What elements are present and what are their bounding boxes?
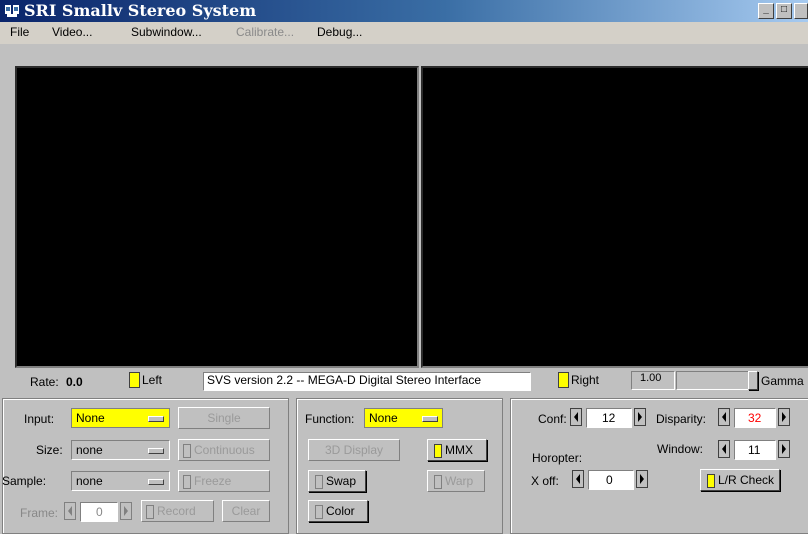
gamma-slider-track[interactable] xyxy=(676,371,758,390)
mmx-indicator xyxy=(434,443,442,458)
arrow-right-icon xyxy=(638,412,642,422)
window-increment-button[interactable] xyxy=(778,440,790,458)
continuous-button[interactable]: Continuous xyxy=(178,439,270,461)
arrow-left-icon xyxy=(722,444,726,454)
arrow-right-icon xyxy=(124,506,128,516)
left-label: Left xyxy=(142,373,163,387)
function-label: Function: xyxy=(305,412,355,426)
window-value: 11 xyxy=(748,443,761,457)
right-image-pane[interactable] xyxy=(421,66,808,368)
maximize-button[interactable]: □ xyxy=(776,3,792,19)
size-dropdown-indicator xyxy=(148,448,164,454)
color-indicator xyxy=(315,504,323,519)
app-icon xyxy=(5,5,19,17)
gamma-slider-thumb[interactable] xyxy=(748,371,758,390)
minimize-button[interactable]: _ xyxy=(758,3,774,19)
3d-display-button[interactable]: 3D Display xyxy=(308,439,400,461)
arrow-left-icon xyxy=(722,412,726,422)
arrow-right-icon xyxy=(640,474,644,484)
disparity-decrement-button[interactable] xyxy=(718,408,730,426)
arrow-left-icon xyxy=(576,474,580,484)
arrow-right-icon xyxy=(782,444,786,454)
sample-value: none xyxy=(76,474,103,488)
lr-check-button[interactable]: L/R Check xyxy=(700,469,780,491)
conf-value: 12 xyxy=(602,411,616,425)
xoff-label: X off: xyxy=(531,474,559,488)
sample-label: Sample: xyxy=(2,474,47,488)
conf-increment-button[interactable] xyxy=(634,408,646,426)
mmx-label: MMX xyxy=(445,443,473,457)
menu-video[interactable]: Video... xyxy=(52,25,92,39)
sample-dropdown-indicator xyxy=(148,479,164,485)
size-value: none xyxy=(76,443,103,457)
arrow-left-icon xyxy=(68,506,72,516)
frame-increment-button[interactable] xyxy=(120,502,132,520)
continuous-label: Continuous xyxy=(194,443,255,457)
input-label: Input: xyxy=(24,412,55,426)
warp-button[interactable]: Warp xyxy=(427,470,485,492)
disparity-increment-button[interactable] xyxy=(778,408,790,426)
menu-bar xyxy=(0,22,808,44)
function-value: None xyxy=(369,411,398,425)
lr-check-label: L/R Check xyxy=(718,473,775,487)
xoff-decrement-button[interactable] xyxy=(572,470,584,488)
single-button[interactable]: Single xyxy=(178,407,270,429)
frame-decrement-button[interactable] xyxy=(64,502,76,520)
left-indicator[interactable] xyxy=(129,372,140,388)
warp-label: Warp xyxy=(445,474,474,488)
mmx-button[interactable]: MMX xyxy=(427,439,487,461)
continuous-indicator xyxy=(183,443,191,458)
record-indicator xyxy=(146,504,154,519)
swap-label: Swap xyxy=(326,474,357,488)
frame-value: 0 xyxy=(96,505,103,519)
menu-file[interactable]: File xyxy=(10,25,29,39)
conf-decrement-button[interactable] xyxy=(570,408,582,426)
swap-button[interactable]: Swap xyxy=(308,470,366,492)
arrow-right-icon xyxy=(782,412,786,422)
right-indicator[interactable] xyxy=(558,372,569,388)
window-decrement-button[interactable] xyxy=(718,440,730,458)
frame-label: Frame: xyxy=(20,506,59,520)
menu-calibrate[interactable]: Calibrate... xyxy=(236,25,294,39)
warp-indicator xyxy=(434,474,442,489)
size-label: Size: xyxy=(36,443,63,457)
xoff-value: 0 xyxy=(606,473,613,487)
xoff-increment-button[interactable] xyxy=(636,470,648,488)
rate-label: Rate: xyxy=(30,375,59,389)
freeze-button[interactable]: Freeze xyxy=(178,470,270,492)
horopter-label: Horopter: xyxy=(532,451,583,465)
freeze-indicator xyxy=(183,474,191,489)
conf-label: Conf: xyxy=(538,412,567,426)
clear-button[interactable]: Clear xyxy=(222,500,270,522)
window-label: Window: xyxy=(657,442,704,456)
input-dropdown-indicator xyxy=(148,416,164,422)
menu-subwindow[interactable]: Subwindow... xyxy=(131,25,202,39)
disparity-label: Disparity: xyxy=(656,412,707,426)
rate-value: 0.0 xyxy=(66,375,83,389)
color-label: Color xyxy=(326,504,355,518)
record-label: Record xyxy=(157,504,196,518)
swap-indicator xyxy=(315,474,323,489)
left-image-pane[interactable] xyxy=(15,66,419,368)
menu-debug[interactable]: Debug... xyxy=(317,25,362,39)
input-value: None xyxy=(76,411,105,425)
lr-check-indicator xyxy=(707,473,715,488)
freeze-label: Freeze xyxy=(194,474,232,488)
gamma-label: Gamma xyxy=(761,374,804,388)
close-button[interactable] xyxy=(794,3,808,19)
window-title: SRI Smallv Stereo System xyxy=(24,1,257,20)
gamma-value: 1.00 xyxy=(640,372,662,384)
right-label: Right xyxy=(571,373,600,387)
color-button[interactable]: Color xyxy=(308,500,368,522)
disparity-value: 32 xyxy=(748,411,762,425)
status-message: SVS version 2.2 -- MEGA-D Digital Stereo… xyxy=(207,373,482,387)
record-button[interactable]: Record xyxy=(141,500,214,522)
function-dropdown-indicator xyxy=(422,416,438,422)
arrow-left-icon xyxy=(574,412,578,422)
